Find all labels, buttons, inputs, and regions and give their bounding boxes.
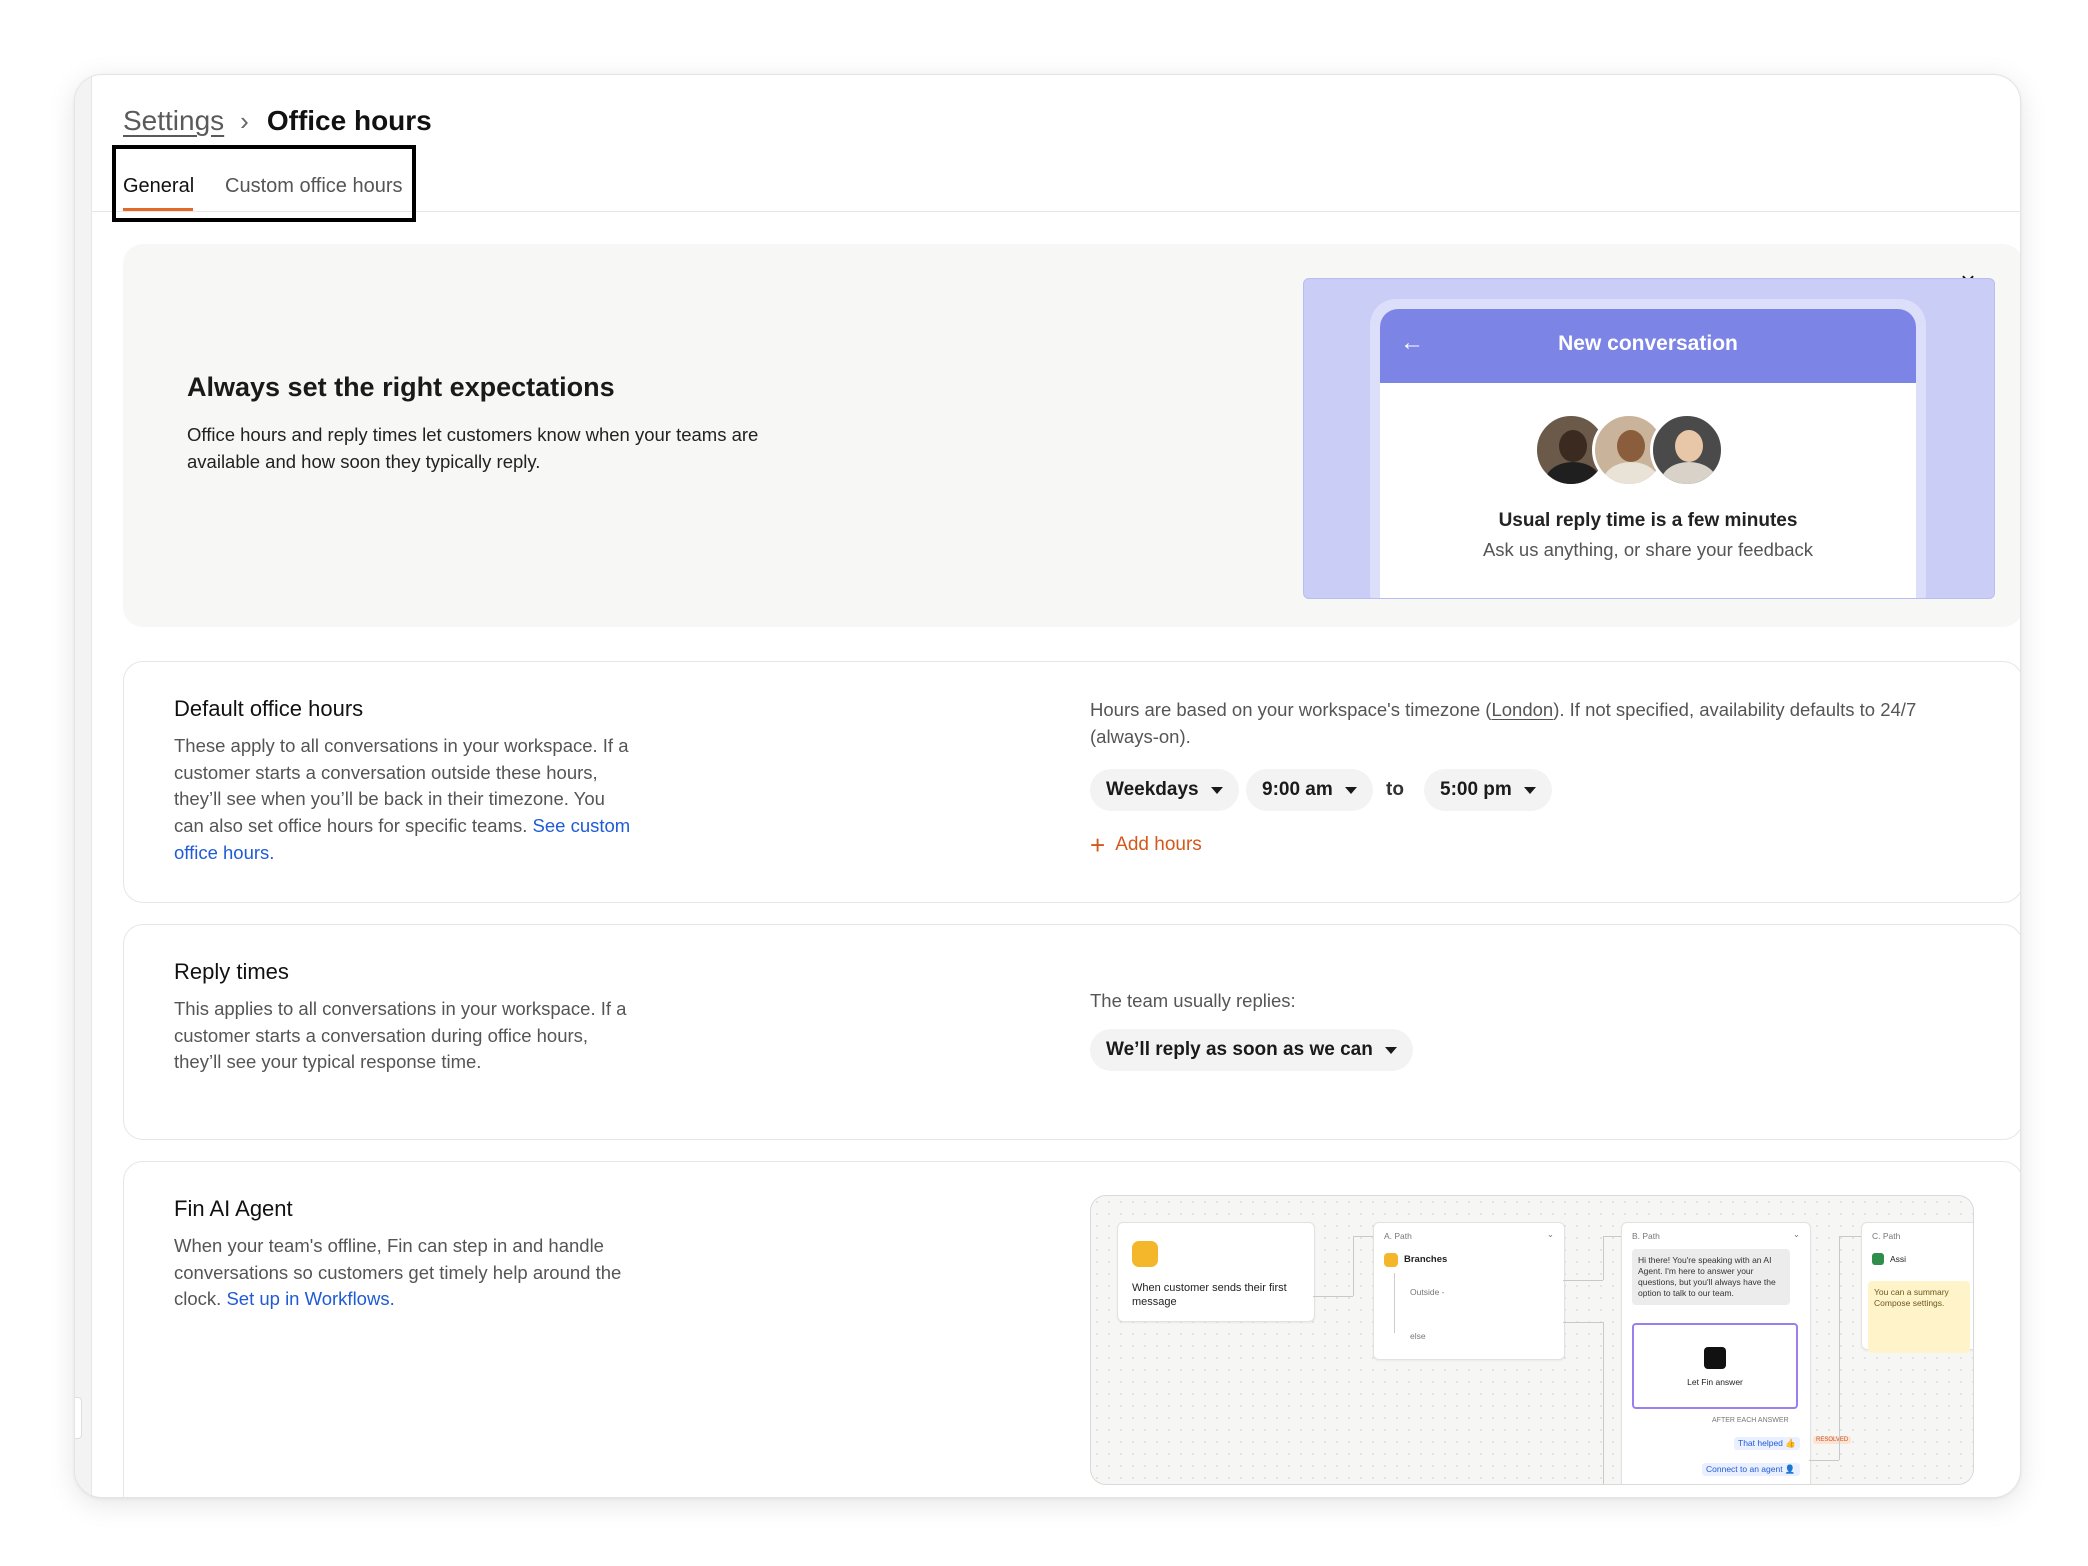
chevron-right-icon: › [240,105,249,136]
reply-label: The team usually replies: [1090,990,1296,1011]
breadcrumb: Settings › Office hours [123,101,432,141]
caret-down-icon [1384,1046,1397,1054]
connect-chip: Connect to an agent 👤 [1702,1463,1800,1476]
resolved-badge: RESOLVED [1813,1436,1852,1444]
else-branch: else [1410,1331,1426,1341]
end-time-select[interactable]: 5:00 pm [1424,769,1552,811]
banner-title: Always set the right expectations [187,372,615,402]
path-b-label: B. Path [1632,1231,1660,1241]
caret-down-icon [1344,786,1357,794]
section-description: This applies to all conversations in you… [174,998,627,1073]
after-each-answer: AFTER EACH ANSWER [1712,1417,1789,1424]
window-left-edge [75,75,92,1497]
avatar [1650,413,1724,487]
banner-description: Office hours and reply times let custome… [187,424,759,472]
workflow-preview: When customer sends their first message … [1090,1195,1974,1485]
fin-ai-agent-card: Fin AI Agent When your team's offline, F… [123,1161,2020,1497]
tabs-highlight-box [112,145,416,222]
bot-message: Hi there! You're speaking with an AI Age… [1632,1249,1790,1305]
end-time-value: 5:00 pm [1440,779,1512,800]
branches-icon [1384,1253,1398,1267]
reply-time-select[interactable]: We’ll reply as soon as we can [1090,1029,1413,1071]
settings-window: Settings › Office hours General Custom o… [74,74,2021,1498]
section-title: Reply times [174,959,289,984]
workflows-link[interactable]: Set up in Workflows. [226,1288,394,1309]
fin-answer-label: Let Fin answer [1687,1377,1743,1387]
expectations-banner: Always set the right expectations Office… [123,244,2020,627]
chevron-down-icon: ⌄ [1546,1229,1554,1239]
resize-handle[interactable] [75,1397,82,1439]
fin-icon [1704,1347,1726,1369]
add-hours-label: Add hours [1115,834,1202,855]
caret-down-icon [1210,786,1223,794]
preview-reply-time: Usual reply time is a few minutes [1498,510,1798,531]
timezone-info: Hours are based on your workspace's time… [1090,696,1970,750]
timezone-info-text: Hours are based on your workspace's time… [1090,699,1492,720]
section-title: Default office hours [174,696,364,721]
section-description: When your team's offline, Fin can step i… [174,1233,644,1313]
workflow-trigger-node: When customer sends their first message [1117,1222,1315,1322]
timezone-link[interactable]: London [1491,699,1553,720]
workflow-path-a: A. Path ⌄ Branches Outside - else [1373,1222,1565,1360]
start-time-value: 9:00 am [1262,779,1333,800]
preview-title: New conversation [1558,332,1738,355]
phone-screen: ← New conversation Usual reply time is a… [1380,309,1916,598]
branches-label: Branches [1404,1254,1448,1265]
plus-icon: + [1090,830,1106,860]
messenger-preview: ← New conversation Usual reply time is a… [1303,278,1995,599]
workflow-path-b: B. Path ⌄ Hi there! You're speaking with… [1621,1222,1811,1484]
reply-time-value: We’ll reply as soon as we can [1106,1039,1373,1060]
team-avatars [1534,413,1764,489]
days-select[interactable]: Weekdays [1090,769,1239,811]
path-a-label: A. Path [1384,1231,1412,1241]
phone-frame: ← New conversation Usual reply time is a… [1370,299,1926,598]
section-description: These apply to all conversations in your… [174,733,634,867]
path-c-label: C. Path [1872,1231,1901,1241]
preview-subtitle: Ask us anything, or share your feedback [1482,539,1814,560]
default-office-hours-card: Default office hours These apply to all … [123,661,2020,903]
assign-icon [1872,1253,1884,1265]
preview-header: ← New conversation [1380,309,1916,383]
trigger-icon [1132,1241,1158,1267]
section-title: Fin AI Agent [174,1196,293,1221]
start-time-select[interactable]: 9:00 am [1246,769,1373,811]
fin-answer-step: Let Fin answer [1632,1323,1798,1409]
days-select-value: Weekdays [1106,779,1199,800]
page-title: Office hours [266,105,432,136]
trigger-label: When customer sends their first message [1132,1282,1287,1308]
reply-times-card: Reply times This applies to all conversa… [123,924,2020,1140]
add-hours-button[interactable]: + Add hours [1090,830,1202,860]
workflow-path-c: C. Path Assi You can a summary Compose s… [1861,1222,1973,1353]
outside-branch: Outside - [1410,1287,1445,1297]
caret-down-icon [1523,786,1536,794]
to-label: to [1386,779,1404,800]
note-card: You can a summary Compose settings. [1868,1281,1970,1353]
assign-label: Assi [1890,1254,1907,1264]
chevron-down-icon: ⌄ [1792,1229,1800,1239]
breadcrumb-settings-link[interactable]: Settings [123,105,224,137]
helped-chip: That helped 👍 [1734,1437,1800,1450]
